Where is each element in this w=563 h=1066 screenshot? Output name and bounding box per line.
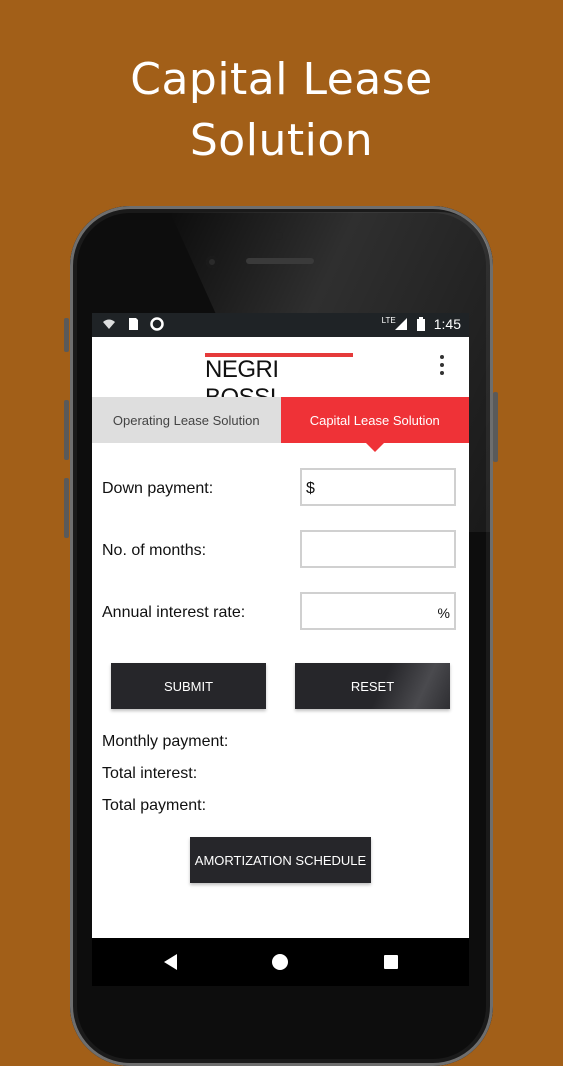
total-payment-label: Total payment:	[102, 797, 207, 814]
sd-card-icon	[129, 318, 138, 330]
interest-rate-field[interactable]: %	[300, 592, 456, 630]
volume-button	[64, 478, 69, 538]
sensor-icon	[275, 232, 283, 240]
down-payment-label: Down payment:	[102, 480, 214, 497]
interest-row: Annual interest rate: %	[102, 592, 460, 634]
total-interest-label: Total interest:	[102, 765, 198, 782]
status-time: 1:45	[433, 316, 461, 332]
front-camera-icon	[206, 256, 218, 268]
tab-operating-lease[interactable]: Operating Lease Solution	[92, 397, 281, 443]
down-payment-field[interactable]: $	[300, 468, 456, 506]
home-icon[interactable]	[272, 954, 288, 970]
speaker-grille	[246, 258, 314, 264]
power-button	[493, 392, 498, 462]
circle-icon	[150, 317, 164, 331]
amortization-schedule-button[interactable]: AMORTIZATION SCHEDULE	[190, 837, 371, 883]
submit-button[interactable]: SUBMIT	[111, 663, 266, 709]
network-type: LTE	[381, 315, 396, 325]
recent-apps-icon[interactable]	[384, 955, 398, 969]
volume-button	[64, 318, 69, 352]
status-bar: LTE 1:45	[92, 313, 469, 337]
months-row: No. of months:	[102, 530, 460, 572]
back-icon[interactable]	[164, 954, 177, 970]
volume-button	[64, 400, 69, 460]
overflow-menu-icon[interactable]	[437, 355, 447, 379]
app-bar: NEGRI BOSSI	[92, 337, 469, 411]
promo-title-line1: Capital Lease	[130, 54, 433, 105]
percent-suffix: %	[437, 605, 450, 621]
reset-button[interactable]: RESET	[295, 663, 450, 709]
dollar-prefix: $	[306, 480, 315, 497]
monthly-payment-label: Monthly payment:	[102, 733, 229, 750]
tab-bar: Operating Lease Solution Capital Lease S…	[92, 397, 469, 452]
down-payment-row: Down payment: $	[102, 468, 460, 510]
tab-capital-lease[interactable]: Capital Lease Solution	[280, 397, 469, 452]
interest-label: Annual interest rate:	[102, 604, 246, 621]
months-label: No. of months:	[102, 542, 207, 559]
wifi-icon	[103, 319, 115, 329]
signal-icon	[394, 318, 407, 330]
months-field[interactable]	[300, 530, 456, 568]
negri-bossi-logo: NEGRI BOSSI	[205, 353, 353, 411]
tab-capital-lease-label: Capital Lease Solution	[309, 412, 440, 428]
active-tab-indicator	[365, 443, 384, 452]
system-nav-bar	[92, 938, 469, 986]
promo-title-line2: Solution	[189, 115, 374, 166]
battery-icon	[416, 317, 425, 331]
